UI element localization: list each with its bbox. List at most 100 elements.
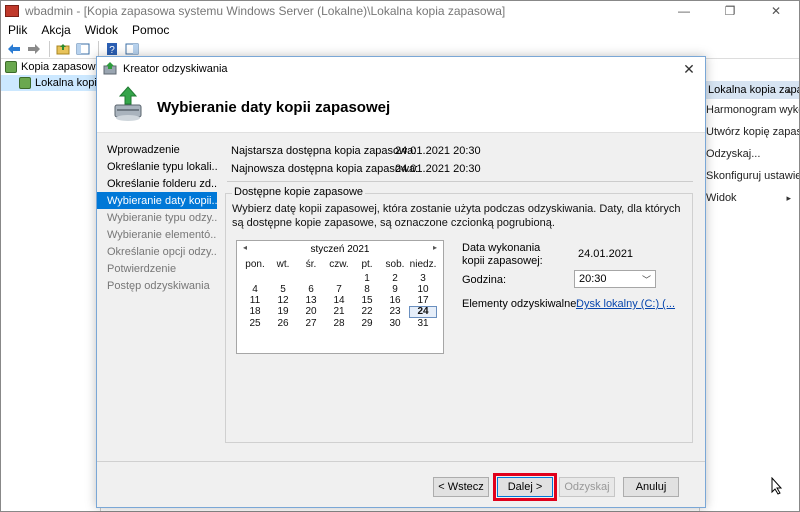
- exec-date-label: Data wykonania kopii zapasowej:: [462, 242, 543, 267]
- calendar-day[interactable]: 30: [381, 318, 409, 329]
- next-month-icon[interactable]: ▸: [433, 243, 437, 252]
- prev-month-icon[interactable]: ◂: [243, 243, 247, 252]
- time-select[interactable]: 20:30 ﹀: [574, 270, 656, 288]
- back-button[interactable]: < Wstecz: [433, 477, 489, 497]
- action-odzyskaj[interactable]: Odzyskaj...: [700, 143, 799, 165]
- calendar-day[interactable]: 12: [269, 295, 297, 306]
- close-button[interactable]: ✕: [753, 1, 799, 21]
- calendar-day[interactable]: 15: [353, 295, 381, 306]
- footer-divider: [97, 461, 705, 462]
- calendar-month[interactable]: styczeń 2021: [311, 244, 370, 255]
- calendar-day[interactable]: 22: [353, 306, 381, 317]
- calendar-day[interactable]: 11: [241, 295, 269, 306]
- calendar-day[interactable]: 1: [353, 273, 381, 284]
- newest-backup-row: Najnowsza dostępna kopia zapasowa: 24.01…: [231, 163, 481, 175]
- action-kopia-raz[interactable]: Utwórz kopię zapasową raz...: [700, 121, 799, 143]
- recovery-icon: [114, 86, 142, 121]
- cancel-button[interactable]: Anuluj: [623, 477, 679, 497]
- calendar-day[interactable]: 18: [241, 306, 269, 317]
- calendar-day[interactable]: 23: [381, 306, 409, 317]
- dow-label: śr.: [305, 259, 317, 270]
- calendar-day[interactable]: 3: [409, 273, 437, 284]
- action-konfiguruj[interactable]: Skonfiguruj ustawienia ...: [700, 165, 799, 187]
- back-arrow-icon[interactable]: [5, 41, 23, 57]
- backup-icon: [19, 77, 31, 89]
- mmc-title-bar: wbadmin - [Kopia zapasowa systemu Window…: [1, 1, 799, 21]
- actions-header[interactable]: Lokalna kopia zapasowa ▴: [700, 81, 799, 99]
- calendar-day[interactable]: 13: [297, 295, 325, 306]
- tree-item-lokalna-kopia[interactable]: Lokalna kopia: [1, 75, 100, 91]
- svg-text:?: ?: [109, 45, 115, 55]
- available-backups-group: Dostępne kopie zapasowe Wybierz datę kop…: [225, 186, 693, 443]
- calendar-day[interactable]: 27: [297, 318, 325, 329]
- calendar-day[interactable]: 5: [269, 284, 297, 295]
- tree-item-kopia-zapasowa[interactable]: Kopia zapasowa sy: [1, 59, 100, 75]
- mmc-title-text: wbadmin - [Kopia zapasowa systemu Window…: [25, 4, 506, 18]
- calendar-day[interactable]: 9: [381, 284, 409, 295]
- calendar-day[interactable]: 21: [325, 306, 353, 317]
- help-icon[interactable]: ?: [103, 41, 121, 57]
- wizard-title: Kreator odzyskiwania: [123, 63, 228, 75]
- properties-icon[interactable]: [123, 41, 141, 57]
- calendar-day[interactable]: 2: [381, 273, 409, 284]
- divider: [227, 181, 693, 182]
- calendar-day[interactable]: 31: [409, 318, 437, 329]
- step-potwierdzenie: Potwierdzenie: [107, 262, 177, 275]
- calendar-day[interactable]: 24: [409, 306, 437, 318]
- restore-button[interactable]: ❐: [707, 1, 753, 21]
- recover-button[interactable]: Odzyskaj: [559, 477, 615, 497]
- calendar-day[interactable]: 26: [269, 318, 297, 329]
- next-button[interactable]: Dalej >: [493, 473, 557, 501]
- calendar-header: ◂ styczeń 2021 ▸: [237, 241, 443, 257]
- action-widok[interactable]: Widok ▸: [700, 187, 799, 209]
- calendar-day[interactable]: 28: [325, 318, 353, 329]
- step-data-kopii: Wybieranie daty kopii...: [97, 192, 217, 209]
- recoverable-items-label: Elementy odzyskiwalne:: [462, 298, 580, 310]
- calendar-day[interactable]: 4: [241, 284, 269, 295]
- menu-pomoc[interactable]: Pomoc: [125, 23, 176, 37]
- actions-pane: Lokalna kopia zapasowa ▴ Harmonogram wyk…: [699, 59, 799, 511]
- dow-label: pon.: [245, 259, 265, 270]
- calendar-grid: pon. wt. śr. czw. pt. sob. niedz. 123456…: [241, 259, 443, 329]
- step-folder-zdalny: Określanie folderu zd...: [107, 177, 217, 190]
- calendar-day[interactable]: 8: [353, 284, 381, 295]
- dow-label: wt.: [276, 259, 290, 270]
- dow-label: sob.: [385, 259, 405, 270]
- menu-akcja[interactable]: Akcja: [34, 23, 77, 37]
- time-label: Godzina:: [462, 274, 507, 286]
- app-icon: [5, 5, 19, 17]
- minimize-button[interactable]: —: [661, 1, 707, 21]
- forward-arrow-icon[interactable]: [25, 41, 43, 57]
- backup-calendar[interactable]: ◂ styczeń 2021 ▸ pon. wt. śr. czw. pt. s…: [236, 240, 444, 354]
- wizard-icon: [103, 62, 117, 75]
- group-title: Dostępne kopie zapasowe: [232, 186, 366, 198]
- calendar-day[interactable]: 7: [325, 284, 353, 295]
- mouse-cursor-icon: [771, 477, 783, 495]
- calendar-day[interactable]: 25: [241, 318, 269, 329]
- up-folder-icon[interactable]: [54, 41, 72, 57]
- calendar-day[interactable]: 29: [353, 318, 381, 329]
- calendar-day[interactable]: 17: [409, 295, 437, 306]
- recoverable-items-link[interactable]: Dysk lokalny (C:) (...: [576, 298, 675, 310]
- wizard-title-bar: Kreator odzyskiwania ✕: [97, 57, 705, 81]
- action-harmonogram[interactable]: Harmonogram wykon...: [700, 99, 799, 121]
- recovery-wizard-dialog: Kreator odzyskiwania ✕ Wybieranie daty k…: [96, 56, 706, 508]
- calendar-day[interactable]: 19: [269, 306, 297, 317]
- calendar-day[interactable]: 16: [381, 295, 409, 306]
- menu-widok[interactable]: Widok: [78, 23, 125, 37]
- calendar-day[interactable]: 10: [409, 284, 437, 295]
- step-postep: Postęp odzyskiwania: [107, 279, 210, 292]
- wizard-close-icon[interactable]: ✕: [681, 61, 697, 77]
- step-typ-lokalizacji: Określanie typu lokali...: [107, 160, 217, 173]
- tree-item-label: Kopia zapasowa sy: [21, 61, 100, 73]
- wizard-page-title: Wybieranie daty kopii zapasowej: [157, 99, 391, 116]
- show-hide-tree-icon[interactable]: [74, 41, 92, 57]
- calendar-day[interactable]: 6: [297, 284, 325, 295]
- wizard-steps: Wprowadzenie Określanie typu lokali... O…: [97, 133, 217, 451]
- menu-plik[interactable]: Plik: [1, 23, 34, 37]
- calendar-day[interactable]: 14: [325, 295, 353, 306]
- calendar-day[interactable]: 20: [297, 306, 325, 317]
- exec-date-value: 24.01.2021: [578, 248, 634, 260]
- group-description: Wybierz datę kopii zapasowej, która zost…: [232, 203, 681, 229]
- oldest-backup-row: Najstarsza dostępna kopia zapasowa: 24.0…: [231, 145, 481, 157]
